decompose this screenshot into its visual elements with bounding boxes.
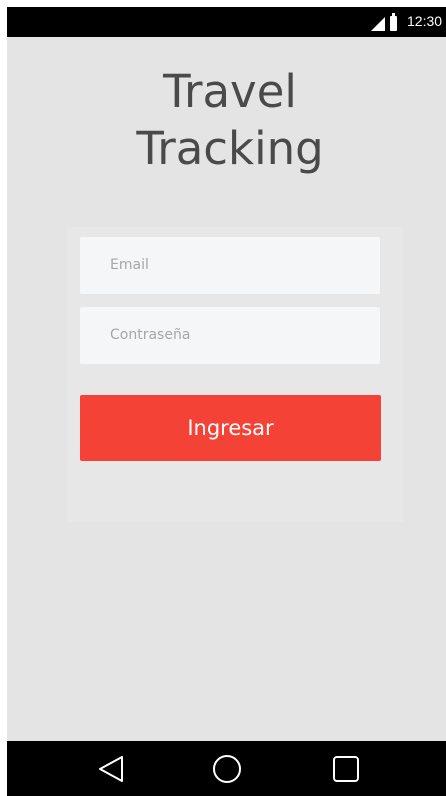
status-time: 12:30	[407, 13, 443, 29]
app-title-line-2: Tracking	[136, 122, 324, 175]
login-button[interactable]: Ingresar	[80, 395, 381, 461]
battery-icon	[390, 13, 397, 31]
phone-screen: 12:30 Travel Tracking Email Contraseña I…	[7, 7, 446, 796]
status-bar: 12:30	[7, 7, 446, 37]
login-button-label: Ingresar	[187, 416, 274, 440]
recents-icon[interactable]	[330, 753, 362, 785]
app-title-line-1: Travel	[163, 65, 297, 118]
navigation-bar	[7, 741, 446, 796]
password-placeholder: Contraseña	[110, 327, 191, 343]
home-icon[interactable]	[211, 753, 243, 785]
back-icon[interactable]	[95, 753, 127, 785]
email-placeholder: Email	[110, 257, 149, 273]
signal-icon	[371, 17, 385, 31]
app-title: Travel Tracking	[7, 63, 446, 177]
password-field[interactable]: Contraseña	[80, 307, 380, 364]
email-field[interactable]: Email	[80, 237, 380, 294]
